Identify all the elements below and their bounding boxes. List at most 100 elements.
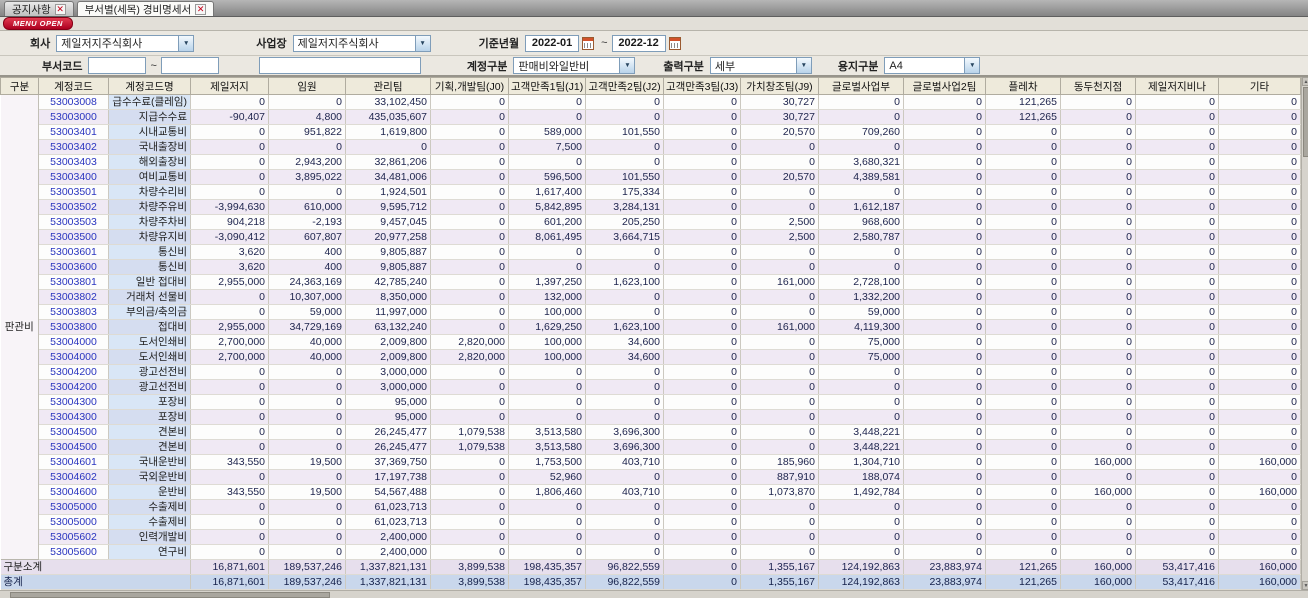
- amount-cell[interactable]: 0: [903, 244, 986, 260]
- amount-cell[interactable]: 2,820,000: [430, 334, 509, 350]
- amount-cell[interactable]: 30,727: [740, 109, 819, 125]
- amount-cell[interactable]: 160,000: [1218, 484, 1301, 500]
- amount-cell[interactable]: 0: [985, 274, 1061, 290]
- amount-cell[interactable]: 0: [903, 544, 986, 560]
- menu-open-button[interactable]: MENU OPEN: [3, 17, 73, 30]
- amount-cell[interactable]: 100,000: [508, 304, 586, 320]
- amount-cell[interactable]: 0: [1060, 124, 1136, 140]
- amount-cell[interactable]: 0: [663, 154, 741, 170]
- amount-cell[interactable]: 0: [663, 514, 741, 530]
- table-row[interactable]: 53004300 포장비 0 0 95,000 0 0 0 0 0 0 0 0 0 0 0: [1, 394, 1301, 410]
- amount-cell[interactable]: 2,728,100: [818, 274, 904, 290]
- account-name-cell[interactable]: 국내출장비: [108, 139, 191, 155]
- account-name-cell[interactable]: 거래처 선물비: [108, 289, 191, 305]
- amount-cell[interactable]: 1,623,100: [585, 319, 664, 335]
- account-code-cell[interactable]: 53005000: [38, 514, 109, 530]
- amount-cell[interactable]: 0: [1135, 454, 1219, 470]
- amount-cell[interactable]: 0: [1135, 394, 1219, 410]
- amount-cell[interactable]: 59,000: [818, 304, 904, 320]
- amount-cell[interactable]: 1,079,538: [430, 439, 509, 455]
- amount-cell[interactable]: 0: [903, 274, 986, 290]
- amount-cell[interactable]: 0: [985, 409, 1061, 425]
- amount-cell[interactable]: 0: [268, 184, 346, 200]
- account-name-cell[interactable]: 도서인쇄비: [108, 349, 191, 365]
- amount-cell[interactable]: 0: [430, 214, 509, 230]
- amount-cell[interactable]: 0: [190, 514, 269, 530]
- amount-cell[interactable]: 0: [1060, 259, 1136, 275]
- amount-cell[interactable]: 0: [1135, 334, 1219, 350]
- amount-cell[interactable]: 0: [1218, 109, 1301, 125]
- amount-cell[interactable]: 0: [663, 169, 741, 185]
- amount-cell[interactable]: 34,600: [585, 334, 664, 350]
- amount-cell[interactable]: 0: [1218, 124, 1301, 140]
- amount-cell[interactable]: 0: [430, 184, 509, 200]
- amount-cell[interactable]: 1,304,710: [818, 454, 904, 470]
- amount-cell[interactable]: 3,620: [190, 259, 269, 275]
- amount-cell[interactable]: 610,000: [268, 199, 346, 215]
- table-row[interactable]: 53004000 도서인쇄비 2,700,000 40,000 2,009,800 2,8…: [1, 334, 1301, 350]
- account-name-cell[interactable]: 인력개발비: [108, 529, 191, 545]
- amount-cell[interactable]: 2,700,000: [190, 334, 269, 350]
- amount-cell[interactable]: 0: [740, 154, 819, 170]
- account-code-cell[interactable]: 53003400: [38, 169, 109, 185]
- amount-cell[interactable]: 0: [585, 154, 664, 170]
- amount-cell[interactable]: 887,910: [740, 469, 819, 485]
- amount-cell[interactable]: 0: [1135, 379, 1219, 395]
- account-name-cell[interactable]: 차량주차비: [108, 214, 191, 230]
- amount-cell[interactable]: 0: [903, 379, 986, 395]
- table-row[interactable]: 53003000 지급수수료 -90,407 4,800 435,035,607 0 0 0 0…: [1, 109, 1301, 125]
- amount-cell[interactable]: 0: [1060, 424, 1136, 440]
- table-row[interactable]: 53005000 수출제비 0 0 61,023,713 0 0 0 0 0 0 0 0 0 0 0: [1, 514, 1301, 530]
- amount-cell[interactable]: 0: [663, 244, 741, 260]
- amount-cell[interactable]: 0: [903, 94, 986, 110]
- amount-cell[interactable]: 0: [1218, 334, 1301, 350]
- amount-cell[interactable]: 0: [1060, 244, 1136, 260]
- amount-cell[interactable]: 0: [1218, 274, 1301, 290]
- amount-cell[interactable]: 3,680,321: [818, 154, 904, 170]
- amount-cell[interactable]: 9,595,712: [345, 199, 431, 215]
- amount-cell[interactable]: 2,955,000: [190, 274, 269, 290]
- amount-cell[interactable]: 0: [430, 469, 509, 485]
- account-code-cell[interactable]: 53003502: [38, 199, 109, 215]
- amount-cell[interactable]: 0: [903, 199, 986, 215]
- amount-cell[interactable]: 175,334: [585, 184, 664, 200]
- amount-cell[interactable]: 0: [268, 424, 346, 440]
- amount-cell[interactable]: 0: [1060, 469, 1136, 485]
- account-code-cell[interactable]: 53004500: [38, 439, 109, 455]
- amount-cell[interactable]: 968,600: [818, 214, 904, 230]
- amount-cell[interactable]: 0: [1060, 184, 1136, 200]
- amount-cell[interactable]: 0: [903, 289, 986, 305]
- account-code-cell[interactable]: 53003600: [38, 259, 109, 275]
- amount-cell[interactable]: 0: [903, 229, 986, 245]
- amount-cell[interactable]: 0: [268, 364, 346, 380]
- account-code-cell[interactable]: 53003802: [38, 289, 109, 305]
- scrollbar-thumb[interactable]: [10, 592, 330, 598]
- amount-cell[interactable]: 0: [985, 154, 1061, 170]
- amount-cell[interactable]: 0: [903, 424, 986, 440]
- table-row[interactable]: 53003403 해외출장비 0 2,943,200 32,861,206 0 0 0 0 0 3,…: [1, 154, 1301, 170]
- amount-cell[interactable]: 63,132,240: [345, 319, 431, 335]
- account-code-cell[interactable]: 53003803: [38, 304, 109, 320]
- account-name-cell[interactable]: 급수수료(클레임): [108, 94, 191, 110]
- account-name-cell[interactable]: 광고선전비: [108, 364, 191, 380]
- amount-cell[interactable]: -3,994,630: [190, 199, 269, 215]
- amount-cell[interactable]: 8,350,000: [345, 289, 431, 305]
- amount-cell[interactable]: 0: [663, 259, 741, 275]
- amount-cell[interactable]: 0: [903, 409, 986, 425]
- amount-cell[interactable]: 121,265: [985, 94, 1061, 110]
- amount-cell[interactable]: 26,245,477: [345, 439, 431, 455]
- account-name-cell[interactable]: 견본비: [108, 439, 191, 455]
- amount-cell[interactable]: 0: [1218, 244, 1301, 260]
- amount-cell[interactable]: 0: [508, 379, 586, 395]
- amount-cell[interactable]: 3,000,000: [345, 379, 431, 395]
- amount-cell[interactable]: 0: [1135, 229, 1219, 245]
- amount-cell[interactable]: 0: [1060, 94, 1136, 110]
- amount-cell[interactable]: 3,513,580: [508, 439, 586, 455]
- account-code-cell[interactable]: 53003403: [38, 154, 109, 170]
- amount-cell[interactable]: 0: [818, 379, 904, 395]
- amount-cell[interactable]: 0: [818, 94, 904, 110]
- amount-cell[interactable]: 0: [1135, 484, 1219, 500]
- amount-cell[interactable]: 0: [985, 469, 1061, 485]
- amount-cell[interactable]: 0: [1060, 109, 1136, 125]
- amount-cell[interactable]: 0: [985, 124, 1061, 140]
